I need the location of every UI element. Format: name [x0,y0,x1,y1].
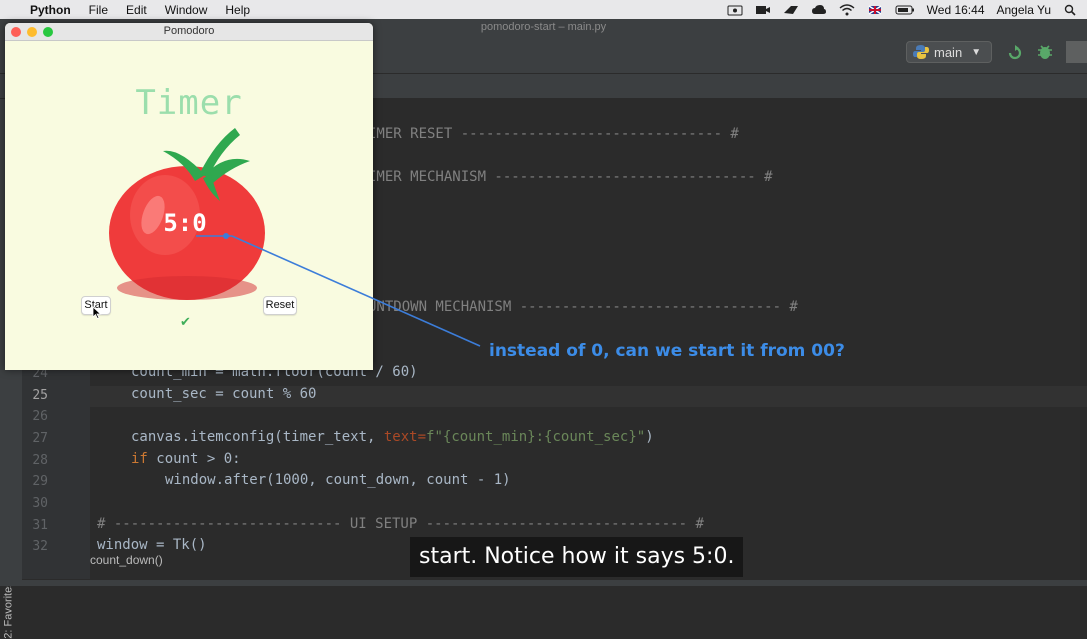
annotation-text: instead of 0, can we start it from 00? [489,341,845,361]
video-caption: start. Notice how it says 5:0. [410,537,744,577]
favorites-tool-tab[interactable]: 2: Favorites [3,581,15,638]
annotation-arrow [196,233,481,347]
